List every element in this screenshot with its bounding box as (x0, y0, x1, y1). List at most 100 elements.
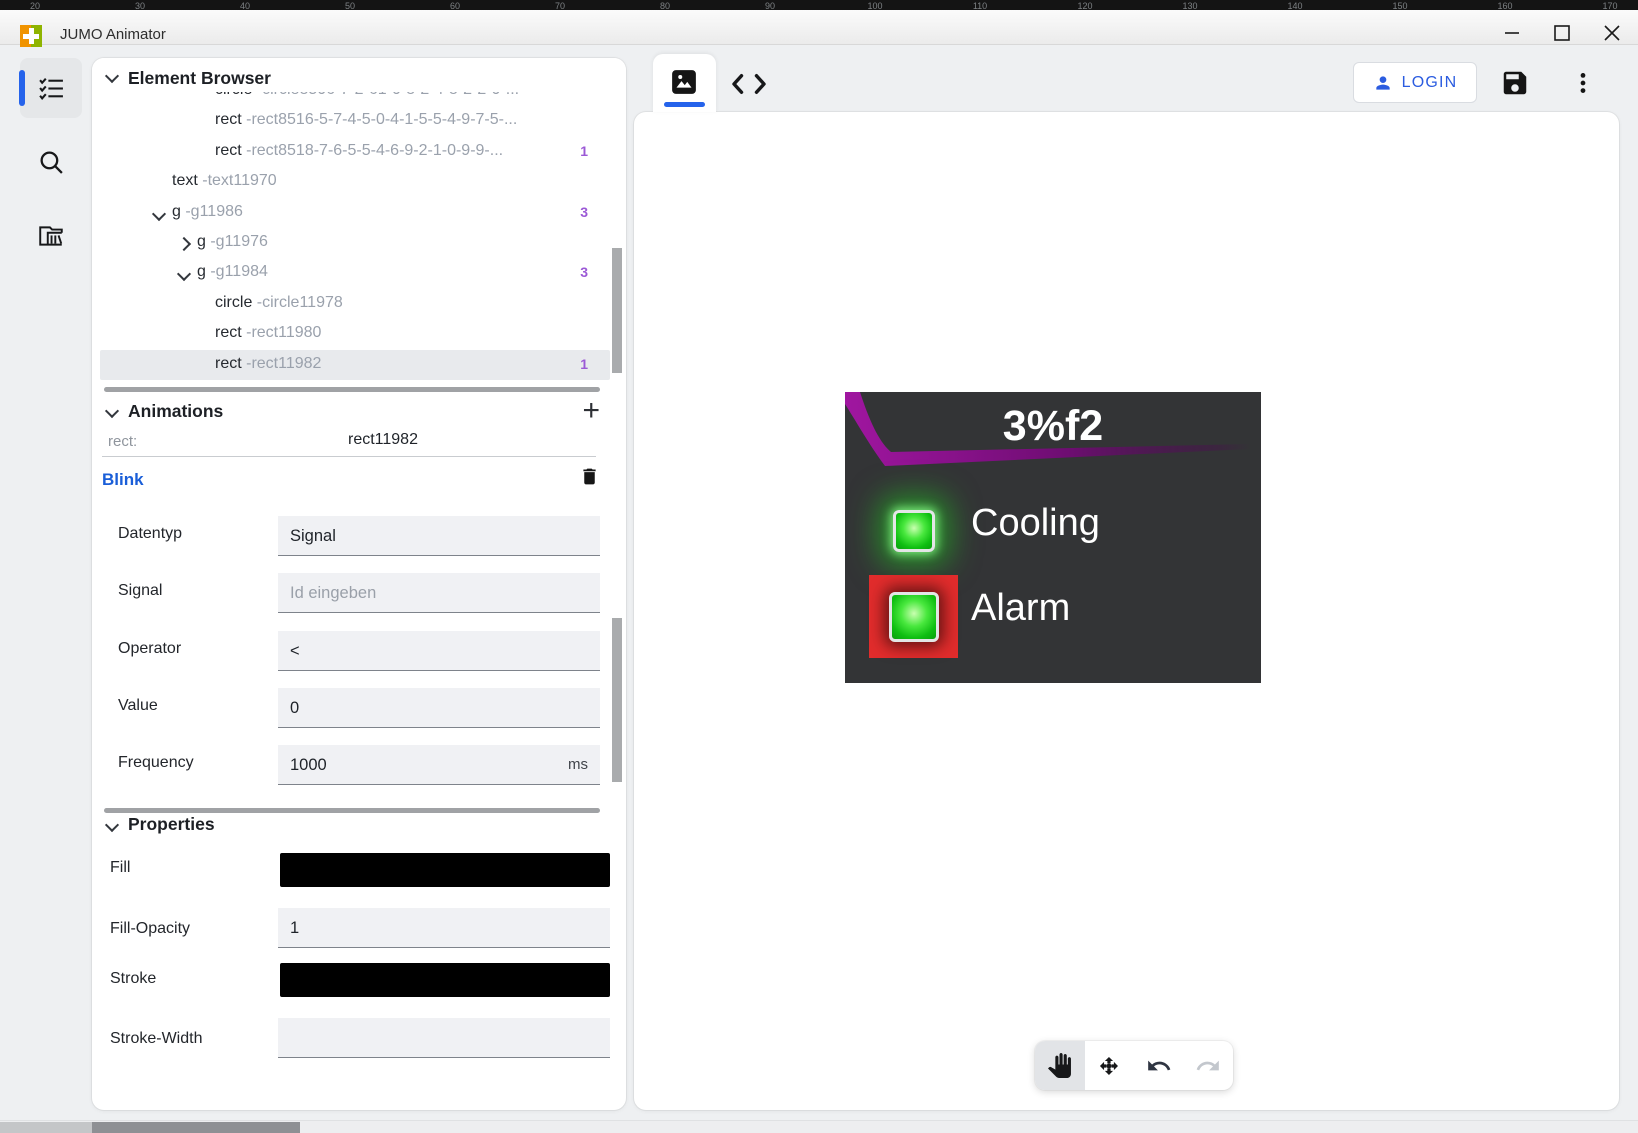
fill-opacity-input[interactable]: 1 (278, 908, 610, 948)
chevron-right-icon[interactable] (177, 237, 191, 251)
tree-row[interactable]: g -g11986 3 (100, 198, 610, 228)
tree-row[interactable]: rect -rect11980 (100, 319, 610, 349)
ruler-label: 120 (1072, 1, 1098, 10)
undo-button[interactable] (1134, 1041, 1184, 1090)
stroke-color-swatch[interactable] (280, 963, 610, 997)
field-input-datentyp[interactable]: Signal (278, 516, 600, 556)
form-hscrollbar-thumb[interactable] (104, 808, 600, 813)
form-row: SignalId eingeben (92, 573, 626, 613)
hmi-dark-panel[interactable]: 3%f2 Cooling Alarm (845, 392, 1261, 683)
stroke-label: Stroke (110, 970, 156, 988)
ruler-label: 80 (652, 1, 678, 10)
save-button[interactable] (1498, 66, 1532, 100)
ruler-label: 170 (1597, 1, 1623, 10)
design-canvas[interactable]: 3%f2 Cooling Alarm (634, 112, 1619, 1110)
ruler-label: 90 (757, 1, 783, 10)
cooling-label[interactable]: Cooling (971, 499, 1100, 547)
tree-row[interactable]: text -text11970 (100, 167, 610, 197)
delete-animation-button[interactable] (579, 466, 600, 492)
properties-title: Properties (128, 814, 215, 835)
animation-name-link[interactable]: Blink (102, 470, 144, 490)
field-label-datentyp: Datentyp (118, 525, 182, 543)
minimize-button[interactable] (1498, 19, 1526, 47)
save-icon (1500, 68, 1530, 98)
animation-count-badge: 1 (580, 143, 588, 159)
hand-icon (1047, 1053, 1072, 1078)
window-titlebar: JUMO Animator (0, 10, 1638, 45)
tree-node-label: circle -circle11978 (215, 294, 343, 312)
ruler-label: 150 (1387, 1, 1413, 10)
fill-color-swatch[interactable] (280, 853, 610, 887)
person-icon (1373, 73, 1393, 93)
stroke-width-input[interactable] (278, 1018, 610, 1058)
tree-row[interactable]: rect -rect8516-5-7-4-5-0-4-1-5-5-4-9-7-5… (100, 106, 610, 136)
field-value: < (290, 642, 300, 660)
tree-hscrollbar-thumb[interactable] (104, 387, 600, 392)
kebab-menu-icon (1570, 70, 1596, 96)
field-input-operator[interactable]: < (278, 631, 600, 671)
animation-count-badge: 3 (580, 264, 588, 280)
login-label: LOGIN (1402, 74, 1458, 92)
redo-icon (1195, 1053, 1221, 1079)
chevron-down-icon[interactable] (177, 267, 191, 281)
chevron-down-icon (105, 69, 119, 83)
add-animation-button[interactable]: + (582, 396, 600, 426)
tree-row[interactable]: rect -rect119821 (100, 350, 610, 380)
stroke-width-label: Stroke-Width (110, 1030, 202, 1048)
chevron-down-icon (105, 404, 119, 418)
redo-button[interactable] (1184, 1041, 1234, 1090)
ruler-label: 20 (22, 1, 48, 10)
alarm-selection-frame[interactable] (869, 575, 958, 658)
bottom-scrollbar[interactable] (0, 1120, 1638, 1133)
tree-row[interactable]: rect -rect8518-7-6-5-5-4-6-9-2-1-0-9-9-.… (100, 137, 610, 167)
bottom-scrollbar-thumb[interactable] (92, 1122, 300, 1133)
cooling-led-indicator[interactable] (893, 510, 935, 552)
tree-scrollbar-thumb[interactable] (612, 248, 622, 373)
window-title: JUMO Animator (60, 26, 166, 43)
close-icon (1598, 19, 1626, 47)
rail-item-assets[interactable] (20, 206, 82, 266)
move-tool-button[interactable] (1085, 1041, 1135, 1090)
fill-label: Fill (110, 859, 130, 877)
ruler-label: 130 (1177, 1, 1203, 10)
rail-selected-indicator (19, 70, 25, 106)
minimize-icon (1498, 19, 1526, 47)
rail-item-elements[interactable] (20, 58, 82, 118)
animation-count-badge: 3 (580, 204, 588, 220)
maximize-button[interactable] (1548, 19, 1576, 47)
tree-row[interactable]: circle -circle11978 (100, 289, 610, 319)
tree-node-label: g -g11984 (197, 263, 268, 281)
inspector-panel: circle -circle8506-7-2-61-0-8-2-4-8-2-2-… (92, 58, 626, 1110)
pan-tool-button[interactable] (1035, 1041, 1085, 1090)
alarm-led-indicator[interactable] (889, 592, 939, 642)
tree-node-label: g -g11986 (172, 203, 243, 221)
code-icon (731, 72, 767, 96)
field-placeholder: Id eingeben (290, 584, 376, 602)
field-input-value[interactable]: 0 (278, 688, 600, 728)
more-menu-button[interactable] (1566, 66, 1600, 100)
field-unit-suffix: ms (568, 745, 588, 785)
tab-code-view[interactable] (726, 62, 772, 106)
tree-row[interactable]: g -g11984 3 (100, 258, 610, 288)
element-browser-header[interactable]: Element Browser (92, 58, 626, 92)
tab-design-view[interactable] (653, 54, 716, 112)
checklist-icon (38, 75, 65, 102)
undo-icon (1146, 1053, 1172, 1079)
ruler-label: 140 (1282, 1, 1308, 10)
hmi-title[interactable]: 3%f2 (845, 402, 1261, 451)
animation-target-value: rect11982 (348, 431, 418, 449)
field-label-frequency: Frequency (118, 754, 194, 772)
login-button[interactable]: LOGIN (1353, 62, 1477, 103)
rail-item-search[interactable] (20, 132, 82, 192)
form-row: Value0 (92, 688, 626, 728)
ruler-label: 70 (547, 1, 573, 10)
chevron-down-icon[interactable] (152, 207, 166, 221)
ruler-label: 110 (967, 1, 993, 10)
ruler-label: 60 (442, 1, 468, 10)
form-row: Datentyp Signal (92, 516, 626, 556)
close-button[interactable] (1598, 19, 1626, 47)
tree-row[interactable]: g -g11976 (100, 228, 610, 258)
field-input-signal[interactable]: Id eingeben (278, 573, 600, 613)
alarm-label[interactable]: Alarm (971, 584, 1070, 632)
field-input-frequency[interactable]: ms1000 (278, 745, 600, 785)
